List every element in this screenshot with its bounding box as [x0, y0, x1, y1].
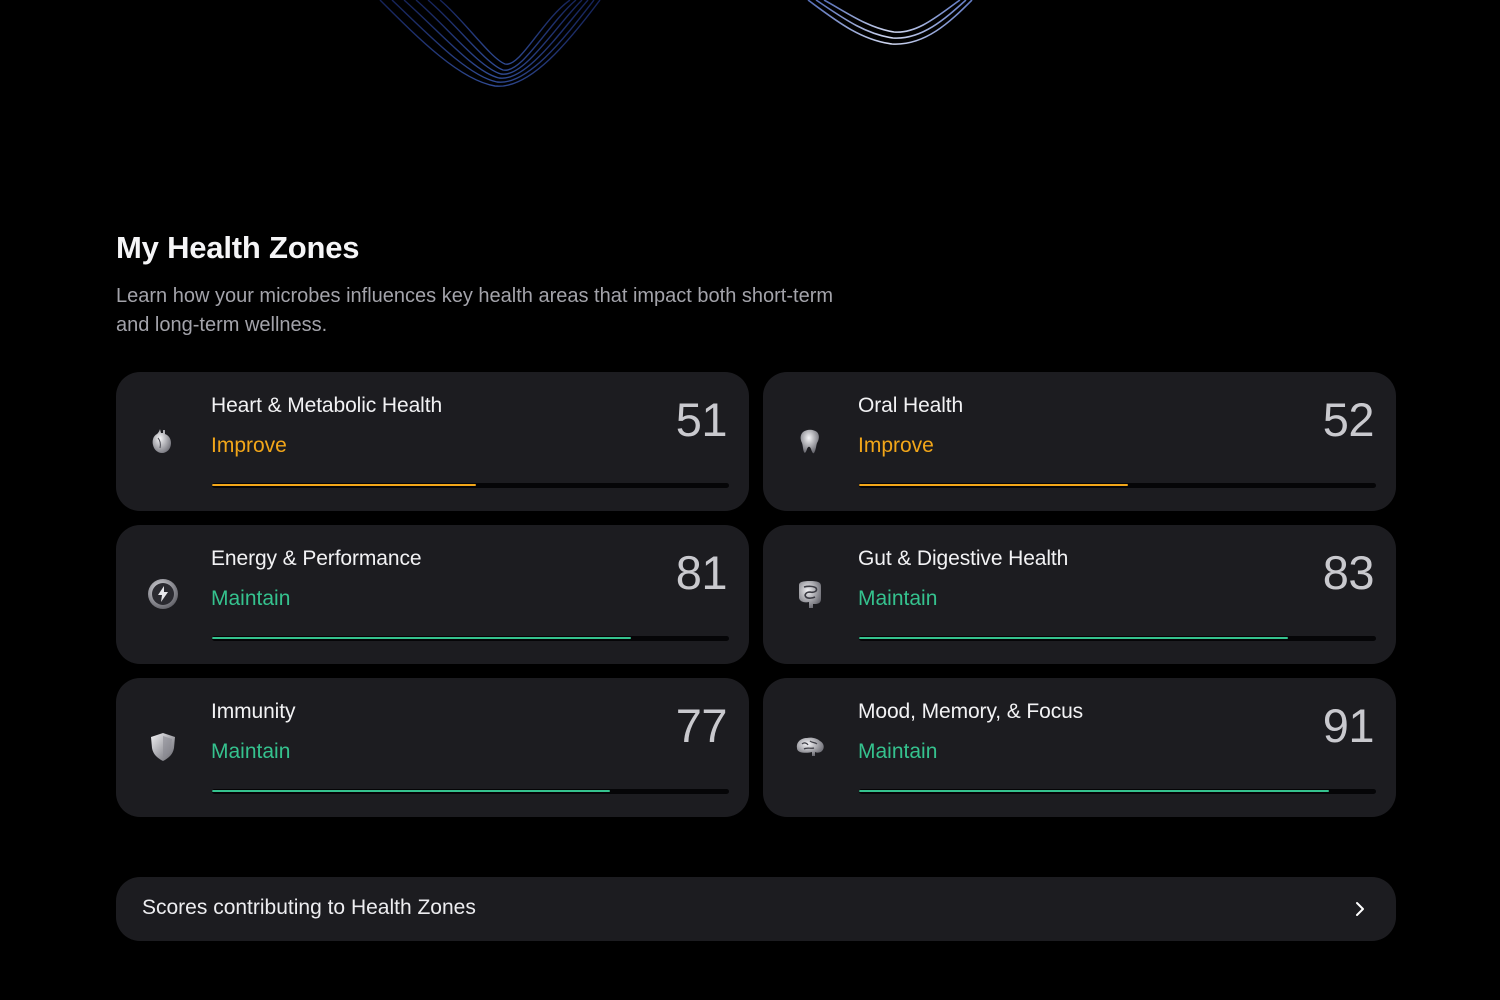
zone-progress-fill — [859, 790, 1330, 792]
zone-card-energy-performance[interactable]: Energy & Performance Maintain 81 — [116, 525, 749, 664]
zone-status: Improve — [858, 434, 934, 457]
zone-name: Mood, Memory, & Focus — [858, 700, 1084, 723]
zone-progress-fill — [212, 790, 611, 792]
zone-score: 91 — [1322, 699, 1375, 752]
zone-progress-track — [212, 789, 729, 794]
zone-status: Maintain — [858, 587, 938, 610]
scores-contributing-link[interactable]: Scores contributing to Health Zones — [116, 877, 1396, 941]
zone-progress-fill — [859, 484, 1128, 486]
zone-name: Immunity — [211, 700, 296, 723]
zone-progress-track — [859, 483, 1376, 488]
brain-icon — [796, 737, 824, 756]
zone-progress-track — [859, 789, 1376, 794]
shield-icon — [151, 733, 175, 761]
section-description: Learn how your microbes influences key h… — [116, 285, 834, 336]
zone-score: 52 — [1322, 393, 1375, 446]
zone-card-mood-memory-focus[interactable]: Mood, Memory, & Focus Maintain 91 — [763, 678, 1396, 817]
intestine-icon — [799, 581, 821, 608]
heart-icon — [152, 429, 171, 453]
zone-name: Gut & Digestive Health — [858, 547, 1069, 570]
zone-name: Heart & Metabolic Health — [211, 394, 443, 417]
zone-progress-fill — [212, 637, 631, 639]
zone-progress-fill — [212, 484, 476, 486]
zone-card-immunity[interactable]: Immunity Maintain 77 — [116, 678, 749, 817]
zone-progress-track — [859, 636, 1376, 641]
zone-name: Oral Health — [858, 394, 964, 417]
hero-wave-art — [379, 0, 973, 87]
tooth-icon — [800, 429, 819, 454]
section-title: My Health Zones — [116, 230, 360, 265]
health-zones-grid: Heart & Metabolic Health Improve 51 Oral… — [116, 372, 1396, 817]
zone-name: Energy & Performance — [211, 547, 422, 570]
health-zones-section: My Health Zones Learn how your microbes … — [116, 226, 1396, 340]
zone-progress-track — [212, 483, 729, 488]
zone-score: 51 — [675, 393, 728, 446]
zone-status: Improve — [211, 434, 287, 457]
zone-status: Maintain — [211, 587, 291, 610]
zone-score: 83 — [1322, 546, 1375, 599]
zone-card-heart-metabolic[interactable]: Heart & Metabolic Health Improve 51 — [116, 372, 749, 511]
lightning-icon — [148, 579, 178, 609]
chevron-right-icon — [1356, 902, 1364, 916]
scores-link-label: Scores contributing to Health Zones — [142, 896, 476, 919]
zone-status: Maintain — [858, 740, 938, 763]
zone-progress-fill — [859, 637, 1289, 639]
zone-card-oral[interactable]: Oral Health Improve 52 — [763, 372, 1396, 511]
zone-score: 81 — [675, 546, 728, 599]
zone-status: Maintain — [211, 740, 291, 763]
zone-card-gut-digestive[interactable]: Gut & Digestive Health Maintain 83 — [763, 525, 1396, 664]
zone-progress-track — [212, 636, 729, 641]
zone-score: 77 — [675, 699, 728, 752]
